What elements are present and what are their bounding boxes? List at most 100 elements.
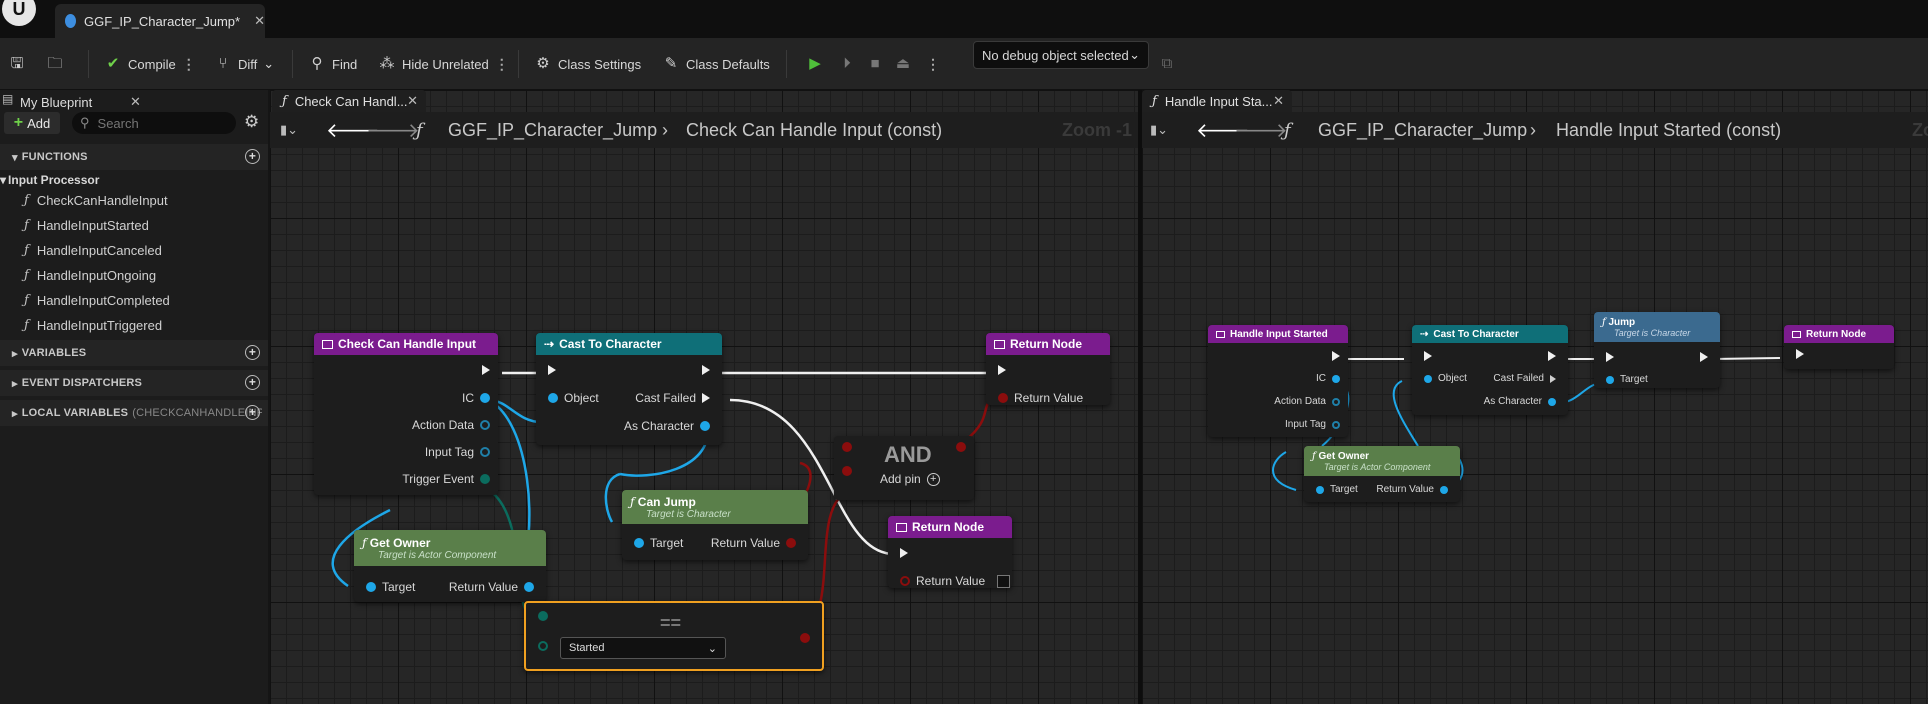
category-input-processor[interactable]: ▾ Input Processor: [0, 170, 99, 190]
local-variables-section[interactable]: ▸ LOCAL VARIABLES (CHECKCANHANDLEINPUT +: [0, 400, 268, 426]
output-pin-return-value[interactable]: Return Value: [1376, 484, 1448, 495]
return-value-checkbox[interactable]: [997, 574, 1011, 588]
function-item[interactable]: ƒ CheckCanHandleInput: [24, 190, 168, 210]
node-handle-input-started[interactable]: Handle Input Started IC Action Data Inpu…: [1208, 325, 1348, 437]
graph-panel-handle-input-started[interactable]: ƒ Handle Input Sta... ✕ ▮⌄ 🡐 🡒 ƒ GGF_IP_…: [1142, 90, 1928, 704]
node-return-true-branch[interactable]: Return Node Return Value: [986, 333, 1110, 405]
exec-out-pin[interactable]: [702, 365, 710, 375]
add-pin-button[interactable]: Add pin +: [880, 472, 940, 486]
search-input[interactable]: [95, 114, 216, 132]
close-icon[interactable]: ✕: [254, 13, 265, 29]
compile-button[interactable]: ✔ Compile ⋮: [104, 38, 196, 90]
input-pin-target[interactable]: Target: [634, 536, 683, 550]
enum-select[interactable]: Started ⌄: [560, 637, 726, 659]
node-cast-to-character[interactable]: ⇢ Cast To Character Object Cast Failed As…: [1412, 325, 1568, 415]
stop-button[interactable]: ■: [866, 38, 884, 90]
node-return[interactable]: Return Node: [1784, 325, 1894, 369]
function-item[interactable]: ƒ HandleInputOngoing: [24, 265, 156, 285]
unreal-logo-icon[interactable]: U: [2, 0, 36, 26]
add-function-icon[interactable]: +: [245, 149, 260, 164]
output-pin-as-character[interactable]: As Character: [624, 419, 710, 433]
exec-in-pin[interactable]: [1606, 352, 1614, 362]
compile-options-icon[interactable]: ⋮: [182, 56, 196, 73]
debug-object-select[interactable]: No debug object selected ⌄: [973, 41, 1149, 69]
debug-filter-button[interactable]: ⧉: [1158, 38, 1176, 90]
close-icon[interactable]: ✕: [130, 94, 141, 110]
function-item[interactable]: ƒ HandleInputCanceled: [24, 240, 162, 260]
output-pin-input-tag[interactable]: Input Tag: [1285, 419, 1340, 430]
function-item[interactable]: ƒ HandleInputTriggered: [24, 315, 162, 335]
exec-out-pin[interactable]: [1700, 352, 1708, 362]
play-options-button[interactable]: ⋮: [926, 38, 940, 90]
output-pin-input-tag[interactable]: Input Tag: [425, 445, 490, 459]
add-variable-icon[interactable]: +: [245, 345, 260, 360]
step-button[interactable]: ⏵: [838, 38, 856, 90]
output-pin-return-value[interactable]: Return Value: [449, 580, 534, 594]
class-settings-button[interactable]: ⚙ Class Settings: [534, 38, 641, 90]
exec-in-pin[interactable]: [1424, 351, 1432, 361]
my-blueprint-tab[interactable]: My Blueprint ✕: [0, 90, 150, 114]
node-return-failed-branch[interactable]: Return Node Return Value: [888, 516, 1012, 588]
node-equal-enum[interactable]: == Started ⌄: [524, 601, 824, 671]
exec-in-pin[interactable]: [548, 365, 556, 375]
node-jump[interactable]: ƒ Jump Target is Character Target: [1594, 312, 1720, 388]
hide-unrelated-button[interactable]: ⁂ Hide Unrelated ⋮: [378, 38, 509, 90]
add-button[interactable]: + Add: [4, 112, 60, 134]
node-get-owner[interactable]: ƒ Get Owner Target is Actor Component Ta…: [354, 530, 546, 602]
save-button[interactable]: 🖫: [8, 38, 26, 90]
event-dispatchers-section[interactable]: ▸ EVENT DISPATCHERS +: [0, 370, 268, 396]
search-field[interactable]: ⚲: [72, 112, 236, 134]
output-pin-cast-failed[interactable]: Cast Failed: [1493, 373, 1556, 384]
equal-output[interactable]: [800, 633, 810, 643]
input-pin-object[interactable]: Object: [1424, 373, 1467, 384]
and-input-a[interactable]: [842, 442, 852, 452]
node-cast-to-character[interactable]: ⇢ Cast To Character Object Cast Failed As…: [536, 333, 722, 445]
exec-in-pin[interactable]: [1796, 349, 1804, 359]
exec-in-pin[interactable]: [900, 548, 908, 558]
output-pin-cast-failed[interactable]: Cast Failed: [635, 391, 710, 405]
and-input-b[interactable]: [842, 466, 852, 476]
gear-icon[interactable]: ⚙: [244, 112, 259, 132]
input-pin-target[interactable]: Target: [366, 580, 415, 594]
eject-button[interactable]: ⏏: [894, 38, 912, 90]
class-defaults-button[interactable]: ✎ Class Defaults: [662, 38, 770, 90]
node-title: Check Can Handle Input: [338, 337, 477, 351]
output-pin-return-value[interactable]: Return Value: [711, 536, 796, 550]
input-pin-target[interactable]: Target: [1606, 374, 1648, 385]
node-get-owner[interactable]: ƒ Get Owner Target is Actor Component Ta…: [1304, 446, 1460, 502]
graph-panel-check-can-handle-input[interactable]: ƒ Check Can Handl... ✕ ▮⌄ 🡐 🡒 ƒ GGF_IP_C…: [270, 90, 1138, 704]
exec-out-pin[interactable]: [482, 365, 490, 375]
node-check-can-handle-input[interactable]: Check Can Handle Input IC Action Data In…: [314, 333, 498, 495]
exec-out-pin[interactable]: [1548, 351, 1556, 361]
find-button[interactable]: ⚲ Find: [308, 38, 358, 90]
hide-options-icon[interactable]: ⋮: [495, 56, 509, 73]
input-pin-return-value[interactable]: Return Value: [900, 574, 1011, 588]
diff-button[interactable]: ⑂ Diff ⌄: [214, 38, 274, 90]
node-can-jump[interactable]: ƒ Can Jump Target is Character Target Re…: [622, 490, 808, 560]
exec-out-pin[interactable]: [1332, 351, 1340, 361]
browse-button[interactable]: 🗀: [46, 38, 64, 90]
functions-section[interactable]: ▾ FUNCTIONS +: [0, 144, 268, 170]
add-local-variable-icon[interactable]: +: [245, 405, 260, 420]
and-output[interactable]: [956, 442, 966, 452]
output-pin-ic[interactable]: IC: [1316, 373, 1340, 384]
play-button[interactable]: ▶: [806, 38, 824, 90]
add-dispatcher-icon[interactable]: +: [245, 375, 260, 390]
function-item[interactable]: ƒ HandleInputCompleted: [24, 290, 170, 310]
exec-in-pin[interactable]: [998, 365, 1006, 375]
output-pin-ic[interactable]: IC: [462, 391, 490, 405]
function-item[interactable]: ƒ HandleInputStarted: [24, 215, 149, 235]
input-pin-object[interactable]: Object: [548, 391, 599, 405]
equal-input-b[interactable]: [538, 641, 548, 651]
equal-input-a[interactable]: [538, 611, 548, 621]
node-title: Return Node: [912, 520, 984, 534]
output-pin-action-data[interactable]: Action Data: [412, 418, 490, 432]
output-pin-as-character[interactable]: As Character: [1484, 396, 1556, 407]
document-tab[interactable]: GGF_IP_Character_Jump* ✕: [55, 4, 265, 38]
node-and[interactable]: AND Add pin +: [834, 436, 974, 500]
output-pin-trigger-event[interactable]: Trigger Event: [402, 472, 490, 486]
input-pin-return-value[interactable]: Return Value: [998, 391, 1083, 405]
variables-section[interactable]: ▸ VARIABLES +: [0, 340, 268, 366]
input-pin-target[interactable]: Target: [1316, 484, 1358, 495]
output-pin-action-data[interactable]: Action Data: [1274, 396, 1340, 407]
